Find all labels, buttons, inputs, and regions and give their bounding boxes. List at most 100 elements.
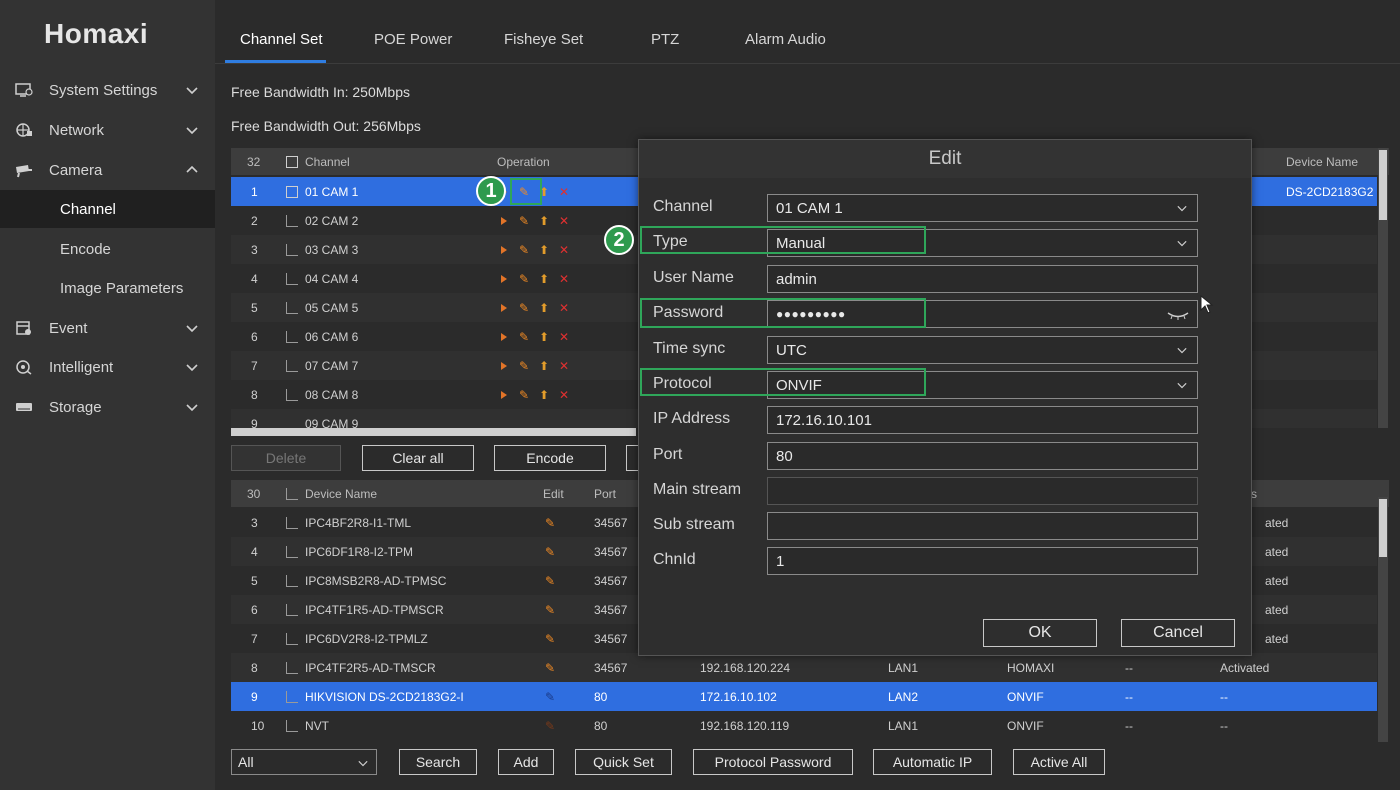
time-sync-select[interactable]: UTC: [767, 336, 1198, 364]
username-input[interactable]: admin: [767, 265, 1198, 293]
brand-logo: Homaxi: [44, 18, 149, 49]
sidebar-subitem-image-parameters[interactable]: Image Parameters: [0, 269, 215, 307]
row-checkbox[interactable]: [286, 566, 298, 595]
edit-pencil-icon[interactable]: ✎: [545, 624, 555, 653]
row-checkbox[interactable]: [286, 235, 298, 264]
sidebar-item-network[interactable]: Network: [0, 112, 215, 148]
cancel-button[interactable]: Cancel: [1121, 619, 1235, 647]
sidebar-item-camera[interactable]: Camera: [0, 152, 215, 188]
row-checkbox[interactable]: [286, 206, 298, 235]
select-all-checkbox[interactable]: [286, 148, 298, 175]
ok-button[interactable]: OK: [983, 619, 1097, 647]
edit-pencil-icon[interactable]: ✎: [519, 244, 529, 256]
device-ip: 192.168.120.119: [700, 718, 790, 733]
delete-icon[interactable]: ✕: [559, 331, 569, 343]
clear-all-button[interactable]: Clear all: [362, 445, 474, 471]
row-checkbox[interactable]: [286, 711, 298, 740]
automatic-ip-button[interactable]: Automatic IP: [873, 749, 992, 775]
upload-icon[interactable]: ⬆: [539, 331, 549, 343]
delete-icon[interactable]: ✕: [559, 273, 569, 285]
device-table-scrollbar[interactable]: [1378, 497, 1388, 742]
sidebar-item-event[interactable]: Event: [0, 310, 215, 346]
channel-table-hscrollbar[interactable]: [231, 428, 636, 436]
row-checkbox[interactable]: [286, 264, 298, 293]
play-icon[interactable]: [501, 245, 507, 254]
row-checkbox[interactable]: [286, 595, 298, 624]
select-all-checkbox[interactable]: [286, 480, 298, 507]
upload-icon[interactable]: ⬆: [539, 360, 549, 372]
row-checkbox[interactable]: [286, 682, 298, 711]
edit-pencil-icon[interactable]: ✎: [545, 653, 555, 682]
tab-channel-set[interactable]: Channel Set: [240, 31, 323, 48]
edit-pencil-icon[interactable]: ✎: [519, 360, 529, 372]
add-button[interactable]: Add: [498, 749, 554, 775]
search-button[interactable]: Search: [399, 749, 477, 775]
protocol-password-button[interactable]: Protocol Password: [693, 749, 853, 775]
play-icon[interactable]: [501, 332, 507, 341]
tab-alarm-audio[interactable]: Alarm Audio: [745, 31, 826, 48]
row-checkbox[interactable]: [286, 508, 298, 537]
active-all-button[interactable]: Active All: [1013, 749, 1105, 775]
sidebar-item-intelligent[interactable]: Intelligent: [0, 349, 215, 385]
delete-icon[interactable]: ✕: [559, 186, 569, 198]
play-icon[interactable]: [501, 390, 507, 399]
delete-icon[interactable]: ✕: [559, 302, 569, 314]
table-row[interactable]: 8 IPC4TF2R5-AD-TMSCR ✎ 34567 192.168.120…: [231, 653, 1377, 682]
scrollbar-thumb[interactable]: [1379, 150, 1387, 220]
sidebar-subitem-encode[interactable]: Encode: [0, 230, 215, 268]
delete-icon[interactable]: ✕: [559, 389, 569, 401]
row-checkbox[interactable]: [286, 293, 298, 322]
filter-select[interactable]: All: [231, 749, 377, 775]
sidebar-item-storage[interactable]: Storage: [0, 389, 215, 425]
sidebar-subitem-channel[interactable]: Channel: [0, 190, 215, 228]
row-checkbox[interactable]: [286, 537, 298, 566]
main-stream-input[interactable]: [767, 477, 1198, 505]
edit-pencil-icon[interactable]: ✎: [519, 389, 529, 401]
upload-icon[interactable]: ⬆: [539, 244, 549, 256]
eye-closed-icon[interactable]: [1167, 309, 1189, 321]
table-row[interactable]: 9 HIKVISION DS-2CD2183G2-I ✎ 80 172.16.1…: [231, 682, 1377, 711]
row-checkbox[interactable]: [286, 177, 298, 206]
delete-icon[interactable]: ✕: [559, 360, 569, 372]
port-input[interactable]: 80: [767, 442, 1198, 470]
tab-ptz[interactable]: PTZ: [651, 31, 679, 48]
play-icon[interactable]: [501, 361, 507, 370]
channel-table-scrollbar[interactable]: [1378, 148, 1388, 428]
edit-pencil-icon[interactable]: ✎: [519, 302, 529, 314]
play-icon[interactable]: [501, 303, 507, 312]
upload-icon[interactable]: ⬆: [539, 215, 549, 227]
row-checkbox[interactable]: [286, 624, 298, 653]
chnid-input[interactable]: 1: [767, 547, 1198, 575]
edit-pencil-icon[interactable]: ✎: [545, 537, 555, 566]
edit-pencil-icon[interactable]: ✎: [545, 711, 555, 740]
edit-pencil-icon[interactable]: ✎: [545, 566, 555, 595]
row-checkbox[interactable]: [286, 351, 298, 380]
row-checkbox[interactable]: [286, 322, 298, 351]
upload-icon[interactable]: ⬆: [539, 273, 549, 285]
table-row[interactable]: 10 NVT ✎ 80 192.168.120.119 LAN1 ONVIF -…: [231, 711, 1377, 740]
edit-pencil-icon[interactable]: ✎: [545, 595, 555, 624]
encode-button[interactable]: Encode: [494, 445, 606, 471]
edit-pencil-icon[interactable]: ✎: [519, 331, 529, 343]
ip-address-input[interactable]: 172.16.10.101: [767, 406, 1198, 434]
edit-pencil-icon[interactable]: ✎: [519, 273, 529, 285]
channel-select[interactable]: 01 CAM 1: [767, 194, 1198, 222]
row-checkbox[interactable]: [286, 380, 298, 409]
delete-icon[interactable]: ✕: [559, 244, 569, 256]
tab-fisheye-set[interactable]: Fisheye Set: [504, 31, 583, 48]
sub-stream-input[interactable]: [767, 512, 1198, 540]
delete-icon[interactable]: ✕: [559, 215, 569, 227]
upload-icon[interactable]: ⬆: [539, 389, 549, 401]
edit-pencil-icon[interactable]: ✎: [545, 508, 555, 537]
upload-icon[interactable]: ⬆: [539, 302, 549, 314]
tab-poe-power[interactable]: POE Power: [374, 31, 452, 48]
edit-pencil-icon[interactable]: ✎: [519, 215, 529, 227]
sidebar-item-system-settings[interactable]: System Settings: [0, 72, 215, 108]
edit-pencil-icon[interactable]: ✎: [545, 682, 555, 711]
play-icon[interactable]: [501, 216, 507, 225]
row-checkbox[interactable]: [286, 653, 298, 682]
delete-button[interactable]: Delete: [231, 445, 341, 471]
scrollbar-thumb[interactable]: [1379, 499, 1387, 557]
quick-set-button[interactable]: Quick Set: [575, 749, 672, 775]
play-icon[interactable]: [501, 274, 507, 283]
